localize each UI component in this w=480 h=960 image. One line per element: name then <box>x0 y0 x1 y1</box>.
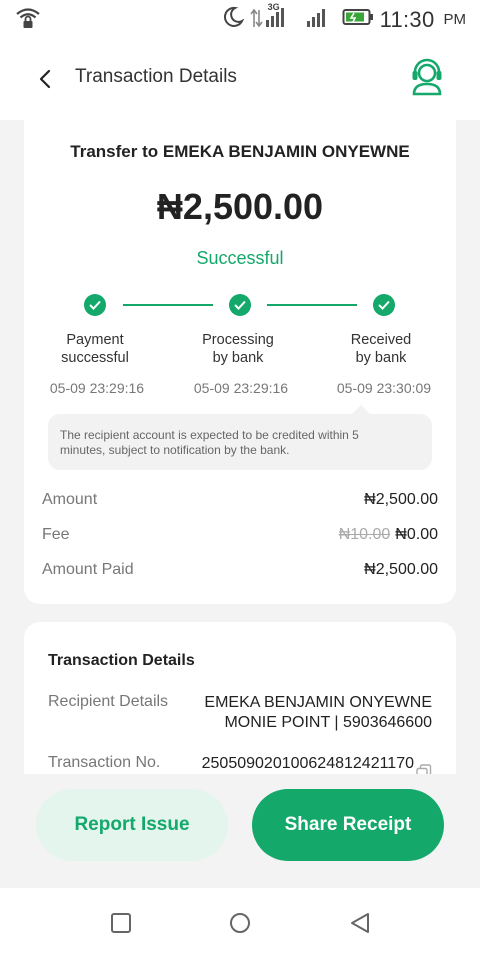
amount-label: Amount <box>42 491 98 508</box>
recipient-label: Recipient Details <box>48 693 169 710</box>
app-header: Transaction Details <box>0 38 480 120</box>
step-time: 05-09 23:30:09 <box>336 380 432 396</box>
recents-square-icon[interactable] <box>110 912 132 939</box>
amount-paid-row: Amount Paid ₦2,500.00 <box>42 561 438 583</box>
txn-label: Transaction No. <box>48 754 161 771</box>
clock-time: 11:30 <box>379 6 435 32</box>
step-label: Processing by bank <box>202 332 274 366</box>
note-pointer <box>352 405 370 414</box>
recipient-name: EMEKA BENJAMIN ONYEWNE <box>204 694 432 711</box>
battery-icon <box>342 6 374 33</box>
step-check-icon <box>373 294 395 316</box>
home-circle-icon[interactable] <box>229 912 251 939</box>
network-type-label: 3G <box>267 2 280 12</box>
step-label: Payment successful <box>61 332 129 366</box>
txn-value: 250509020100624812421170 <box>201 755 414 772</box>
fee-label: Fee <box>42 526 70 543</box>
clock-ampm: PM <box>443 11 467 28</box>
step-label: Received by bank <box>350 332 412 366</box>
system-nav-bar <box>0 888 480 960</box>
fee-row: Fee ₦10.00 ₦0.00 <box>42 526 438 548</box>
fee-original: ₦10.00 <box>338 526 391 543</box>
step-check-icon <box>84 294 106 316</box>
wifi-lock-icon <box>16 6 40 35</box>
step-connector <box>267 304 357 306</box>
recipient-value: EMEKA BENJAMIN ONYEWNE MONIE POINT | 590… <box>204 693 432 733</box>
back-triangle-icon[interactable] <box>349 912 371 939</box>
credit-note: The recipient account is expected to be … <box>48 414 432 470</box>
back-chevron-icon[interactable] <box>30 64 60 94</box>
transaction-details-card: Transaction Details Recipient Details EM… <box>24 622 456 774</box>
status-bar: 3G 11:30 PM <box>0 0 480 38</box>
step-time: 05-09 23:29:16 <box>193 380 289 396</box>
step-time: 05-09 23:29:16 <box>49 380 145 396</box>
headset-icon[interactable] <box>410 58 444 96</box>
details-title: Transaction Details <box>48 652 195 669</box>
data-arrows-icon: 3G <box>249 2 300 34</box>
transfer-amount: ₦2,500.00 <box>156 186 324 227</box>
moon-icon <box>222 6 244 33</box>
transfer-title: Transfer to EMEKA BENJAMIN ONYEWNE <box>70 142 410 161</box>
amount-paid-value: ₦2,500.00 <box>364 561 438 578</box>
copy-icon[interactable] <box>416 764 432 774</box>
recipient-bank: MONIE POINT | 5903646600 <box>224 714 432 731</box>
step-connector <box>123 304 213 306</box>
transaction-summary-card: Transfer to EMEKA BENJAMIN ONYEWNE ₦2,50… <box>24 120 456 604</box>
page-title: Transaction Details <box>75 66 237 87</box>
fee-value: ₦0.00 <box>395 526 438 543</box>
amount-value: ₦2,500.00 <box>364 491 438 508</box>
share-receipt-button[interactable]: Share Receipt <box>252 789 444 861</box>
amount-row: Amount ₦2,500.00 <box>42 491 438 513</box>
step-check-icon <box>229 294 251 316</box>
action-bar: Report Issue Share Receipt <box>0 774 480 888</box>
signal-icon <box>306 6 328 33</box>
transfer-status: Successful <box>196 248 284 268</box>
report-issue-button[interactable]: Report Issue <box>36 789 228 861</box>
amount-paid-label: Amount Paid <box>42 561 134 578</box>
